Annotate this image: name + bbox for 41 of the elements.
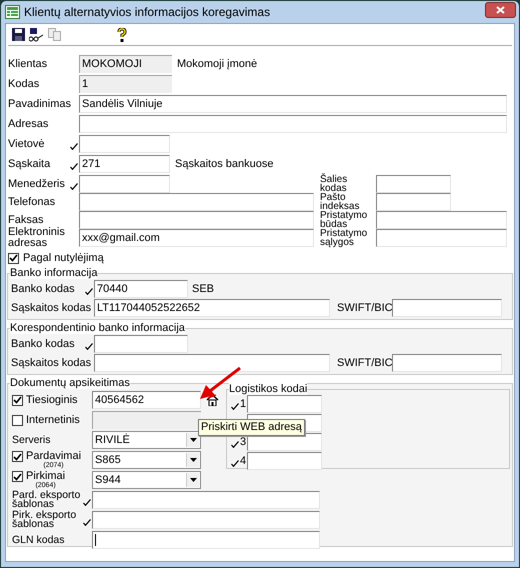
field-label: Pašto indeksas: [320, 193, 360, 211]
bank-name: SEB: [192, 282, 214, 297]
field-label: Pristatymo būdas: [320, 211, 368, 229]
code-number: 1: [240, 396, 246, 412]
field-label: SWIFT/BIC: [337, 302, 392, 314]
field-label: Adresas: [7, 118, 50, 130]
field-label: Banko kodas: [10, 338, 76, 350]
field-label: Pard. eksporto šablonas: [12, 491, 82, 509]
group-title: Dokumentų apsikeitimas: [10, 377, 130, 389]
window-title: Klientų alternatyvios informacijos koregavimas: [24, 4, 272, 21]
field-label: Telefonas: [7, 196, 56, 208]
field-label: Šalies kodas: [320, 175, 348, 193]
field-label: Faksas: [7, 214, 44, 226]
checkbox-label: Tiesioginis: [26, 394, 78, 406]
checkbox-label: Internetinis: [26, 414, 80, 426]
code-number: 4: [240, 454, 246, 469]
field-note: Sąskaitos bankuose: [175, 156, 274, 172]
field-label: Vietovė: [7, 138, 46, 150]
field-label: SWIFT/BIC: [337, 358, 392, 368]
group-title: Banko informacija: [10, 267, 98, 279]
field-label: Serveris: [12, 436, 52, 444]
field-label: Elektroninis adresas: [7, 227, 66, 249]
checkbox-label: Pardavimai: [26, 451, 82, 462]
field-label: Menedžeris: [7, 178, 66, 190]
field-label: Sąskaitos kodas: [10, 302, 92, 314]
field-label: Kodas: [7, 78, 40, 90]
field-label: Sąskaita: [7, 158, 52, 170]
checkbox-label: Pirkimai: [26, 471, 66, 482]
field-label: Pavadinimas: [7, 98, 69, 110]
field-label: Pristatymo sąlygos: [320, 229, 368, 247]
tooltip: Priskirti WEB adresą: [198, 419, 305, 436]
group-title: Logistikos kodai: [229, 383, 308, 395]
checkbox-label: Pagal nutylėjimą: [23, 250, 104, 266]
field-label: GLN kodas: [12, 536, 66, 544]
field-label: Pirk. eksporto šablonas: [12, 511, 78, 529]
group-title: Korespondentinio banko informacija: [10, 322, 185, 334]
field-label: Klientas: [7, 58, 48, 70]
field-label: Banko kodas: [10, 284, 76, 294]
code-number: 3: [240, 434, 246, 450]
field-note: Mokomoji įmonė: [177, 56, 258, 72]
field-label: Sąskaitos kodas: [10, 358, 92, 368]
